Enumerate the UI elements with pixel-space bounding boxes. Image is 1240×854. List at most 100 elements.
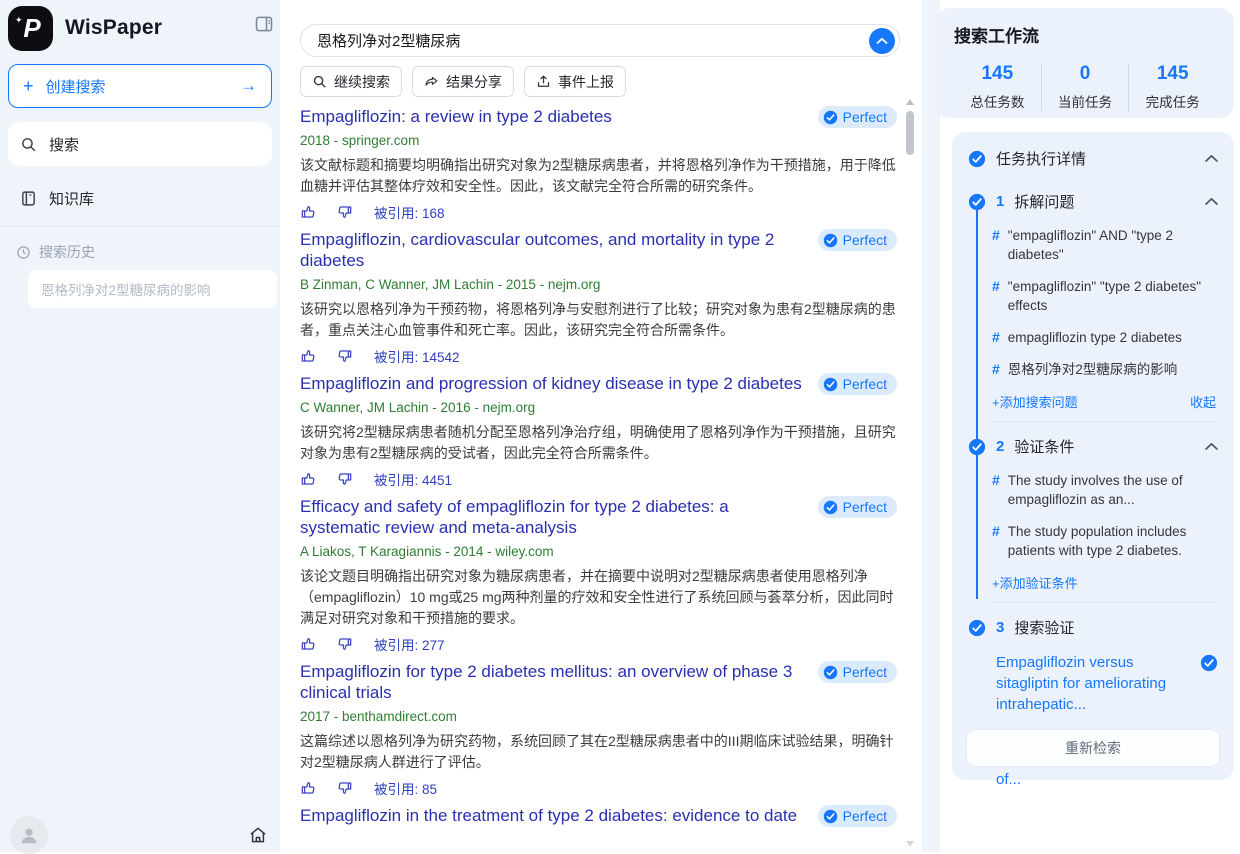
citation-count: 被引用: 277 [374,634,445,654]
share-results-label: 结果分享 [446,72,502,92]
plus-icon: + [23,76,34,97]
result-meta: B Zinman, C Wanner, JM Lachin - 2015 - n… [300,275,897,294]
result-footer: 被引用: 168 [300,203,897,221]
add-search-question-link[interactable]: +添加搜索问题 [992,392,1078,411]
result-item: Empagliflozin and progression of kidney … [300,373,897,488]
search-question[interactable]: # "empagliflozin" AND "type 2 diabetes" [992,226,1218,264]
task-details-header[interactable]: 任务执行详情 [968,148,1218,169]
collapse-search-button[interactable] [869,28,895,54]
thumbs-down-icon[interactable] [337,471,353,487]
step-3-header[interactable]: 3 搜索验证 [968,617,1218,638]
logo-letter: P [23,13,40,44]
result-title-link[interactable]: Empagliflozin: a review in type 2 diabet… [300,106,805,127]
search-input[interactable] [317,32,869,49]
add-verify-condition-link[interactable]: +添加验证条件 [992,573,1078,592]
thumbs-down-icon[interactable] [337,348,353,364]
thumbs-down-icon[interactable] [337,636,353,652]
result-footer: 被引用: 85 [300,779,897,797]
step-1-actions: +添加搜索问题 收起 [992,392,1218,411]
thumbs-up-icon[interactable] [300,471,316,487]
chevron-up-icon[interactable] [1205,154,1218,163]
create-search-button[interactable]: + 创建搜索 → [8,64,272,108]
thumbs-up-icon[interactable] [300,348,316,364]
verify-condition-text: The study involves the use of empagliflo… [1008,471,1218,509]
sidebar-header: ✦ P WisPaper [8,4,272,52]
step-number: 3 [996,619,1004,636]
result-title-link[interactable]: Empagliflozin for type 2 diabetes mellit… [300,661,805,703]
chevron-up-icon[interactable] [1205,442,1218,451]
search-question[interactable]: # 恩格列净对2型糖尿病的影响 [992,360,1218,379]
check-circle-icon [968,619,986,637]
user-avatar[interactable] [10,816,48,854]
chevron-up-icon[interactable] [1205,197,1218,206]
scrollbar-thumb[interactable] [906,111,914,155]
search-question-text: 恩格列净对2型糖尿病的影响 [1008,360,1178,379]
search-question[interactable]: # empagliflozin type 2 diabetes [992,328,1218,347]
stat-value: 0 [1042,63,1129,85]
collapse-link[interactable]: 收起 [1190,392,1218,411]
result-title-link[interactable]: Empagliflozin, cardiovascular outcomes, … [300,229,805,271]
thumbs-up-icon[interactable] [300,204,316,220]
search-question-text: empagliflozin type 2 diabetes [1008,328,1182,347]
verify-condition[interactable]: # The study population includes patients… [992,522,1218,560]
retry-search-button[interactable]: 重新检索 [966,729,1220,767]
badge-label: Perfect [843,499,887,515]
check-circle-icon [968,150,986,168]
continue-search-label: 继续搜索 [334,72,390,92]
result-item: Empagliflozin for type 2 diabetes mellit… [300,661,897,797]
step-2-header[interactable]: 2 验证条件 [968,436,1218,457]
perfect-badge: Perfect [818,661,897,683]
search-question-text: "empagliflozin" "type 2 diabetes" effect… [1008,277,1218,315]
home-icon[interactable] [248,825,268,845]
hash-icon: # [992,328,1000,347]
stat-value: 145 [954,63,1041,85]
result-summary: 该研究以恩格列净为干预药物，将恩格列净与安慰剂进行了比较；研究对象为患有2型糖尿… [300,299,897,341]
verify-condition[interactable]: # The study involves the use of empaglif… [992,471,1218,509]
workflow-summary-card: 搜索工作流 145 总任务数 0 当前任务 145 完成任务 [936,8,1234,118]
wispaper-logo[interactable]: ✦ P [8,6,53,51]
stat-completed-tasks: 145 完成任务 [1128,63,1216,111]
result-summary: 该论文题目明确指出研究对象为糖尿病患者，并在摘要中说明对2型糖尿病患者使用恩格列… [300,566,897,629]
perfect-badge: Perfect [818,496,897,518]
step-2-actions: +添加验证条件 [992,573,1218,592]
search-question[interactable]: # "empagliflozin" "type 2 diabetes" effe… [992,277,1218,315]
result-summary: 这篇综述以恩格列净为研究药物，系统回顾了其在2型糖尿病患者中的III期临床试验结… [300,731,897,773]
search-history-label: 搜索历史 [39,242,95,262]
app-title: WisPaper [65,16,162,40]
share-results-button[interactable]: 结果分享 [412,66,514,97]
search-question-text: "empagliflozin" AND "type 2 diabetes" [1008,226,1218,264]
search-bar [300,24,900,57]
step-1-header[interactable]: 1 拆解问题 [968,191,1218,212]
search-icon [312,74,327,89]
result-meta: C Wanner, JM Lachin - 2016 - nejm.org [300,398,897,417]
result-summary: 该文献标题和摘要均明确指出研究对象为2型糖尿病患者，并将恩格列净作为干预措施，用… [300,155,897,197]
sidebar-item-knowledge-base[interactable]: 知识库 [8,176,272,220]
create-search-label: 创建搜索 [46,76,106,97]
sidebar-collapse-icon[interactable] [254,14,274,34]
check-circle-icon [823,500,838,515]
thumbs-up-icon[interactable] [300,780,316,796]
verify-condition-text: The study population includes patients w… [1008,522,1218,560]
stat-label: 总任务数 [954,91,1041,111]
hash-icon: # [992,277,1000,315]
scrollbar-up-arrow[interactable] [906,99,914,105]
history-item[interactable]: 恩格列净对2型糖尿病的影响 [28,270,277,308]
sidebar-item-search[interactable]: 搜索 [8,122,272,166]
section-divider [992,602,1218,603]
thumbs-down-icon[interactable] [337,780,353,796]
thumbs-up-icon[interactable] [300,636,316,652]
step-connector-line [976,209,978,599]
result-title-link[interactable]: Empagliflozin and progression of kidney … [300,373,805,394]
result-title-link[interactable]: Efficacy and safety of empagliflozin for… [300,496,805,538]
clock-icon [16,245,31,260]
stat-total-tasks: 145 总任务数 [954,63,1041,111]
verified-paper-title[interactable]: Empagliflozin versus sitagliptin for ame… [996,652,1192,715]
continue-search-button[interactable]: 继续搜索 [300,66,402,97]
result-title-link[interactable]: Empagliflozin in the treatment of type 2… [300,805,805,826]
panel-gap [922,0,940,852]
citation-count: 被引用: 4451 [374,469,452,489]
scrollbar-down-arrow[interactable] [906,841,914,847]
stat-value: 145 [1129,63,1216,85]
thumbs-down-icon[interactable] [337,204,353,220]
report-event-button[interactable]: 事件上报 [524,66,626,97]
